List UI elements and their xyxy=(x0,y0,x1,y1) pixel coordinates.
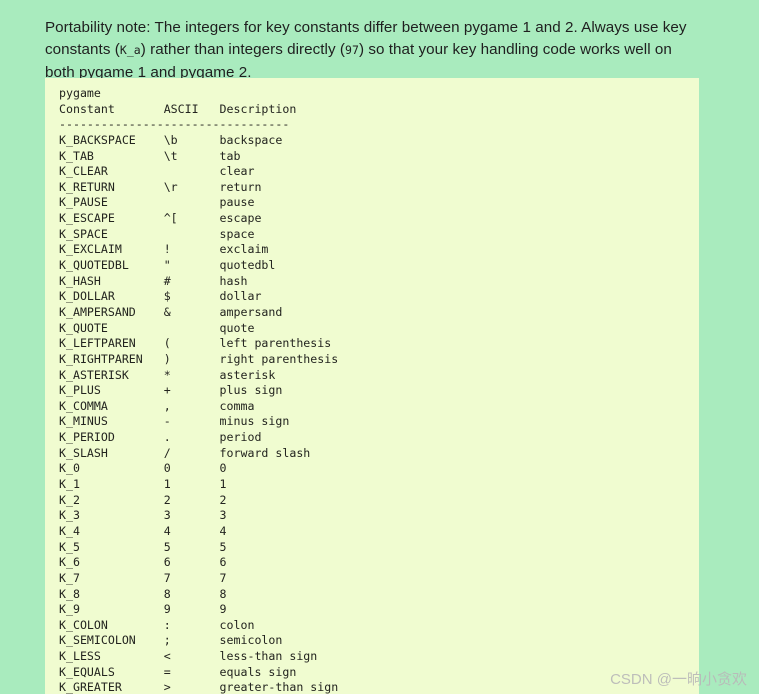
table-row: K_0 0 0 xyxy=(59,461,227,476)
key-constants-code-block[interactable]: pygame Constant ASCII Description --------… xyxy=(45,78,699,694)
table-row: K_6 6 6 xyxy=(59,555,227,570)
table-row: K_SEMICOLON ; semicolon xyxy=(59,633,283,648)
table-row: K_5 5 5 xyxy=(59,539,227,554)
code-header-line: pygame xyxy=(59,86,101,100)
table-row: K_BACKSPACE \b backspace xyxy=(59,132,283,147)
table-row: K_RIGHTPAREN ) right parenthesis xyxy=(59,351,339,366)
page-root: Portability note: The integers for key c… xyxy=(0,0,759,694)
table-row: K_AMPERSAND & ampersand xyxy=(59,304,283,319)
code-header-line: Constant ASCII Description xyxy=(59,101,297,116)
table-row: K_7 7 7 xyxy=(59,570,227,585)
table-row: K_PLUS + plus sign xyxy=(59,383,283,398)
table-row: K_SPACE space xyxy=(59,226,255,241)
table-row: K_MINUS - minus sign xyxy=(59,414,290,429)
table-row: K_COMMA , comma xyxy=(59,398,255,413)
table-row: K_COLON : colon xyxy=(59,617,255,632)
table-row: K_LEFTPAREN ( left parenthesis xyxy=(59,336,332,351)
table-row: K_1 1 1 xyxy=(59,477,227,492)
table-row: K_8 8 8 xyxy=(59,586,227,601)
inline-code-integer-value: 97 xyxy=(345,42,359,57)
table-row: K_LESS < less-than sign xyxy=(59,649,318,664)
table-row: K_SLASH / forward slash xyxy=(59,445,311,460)
table-row: K_9 9 9 xyxy=(59,602,227,617)
table-row: K_ESCAPE ^[ escape xyxy=(59,211,262,226)
table-row: K_TAB \t tab xyxy=(59,148,241,163)
table-row: K_DOLLAR $ dollar xyxy=(59,289,262,304)
key-constants-table: pygame Constant ASCII Description --------… xyxy=(59,86,699,694)
table-row: K_GREATER > greater-than sign xyxy=(59,680,339,694)
table-row: K_QUOTEDBL " quotedbl xyxy=(59,258,276,273)
table-row: K_4 4 4 xyxy=(59,523,227,538)
table-row: K_CLEAR clear xyxy=(59,164,255,179)
table-row: K_PERIOD . period xyxy=(59,430,262,445)
table-row: K_2 2 2 xyxy=(59,492,227,507)
table-row: K_PAUSE pause xyxy=(59,195,255,210)
code-header-line: --------------------------------- xyxy=(59,117,290,132)
table-row: K_RETURN \r return xyxy=(59,179,262,194)
table-row: K_ASTERISK * asterisk xyxy=(59,367,276,382)
table-row: K_3 3 3 xyxy=(59,508,227,523)
table-row: K_QUOTE quote xyxy=(59,320,255,335)
inline-code-key-constant: K_a xyxy=(119,42,141,57)
table-row: K_HASH # hash xyxy=(59,273,248,288)
portability-note: Portability note: The integers for key c… xyxy=(45,17,705,83)
note-segment-2: ) rather than integers directly ( xyxy=(140,40,345,58)
table-row: K_EQUALS = equals sign xyxy=(59,664,297,679)
table-row: K_EXCLAIM ! exclaim xyxy=(59,242,269,257)
